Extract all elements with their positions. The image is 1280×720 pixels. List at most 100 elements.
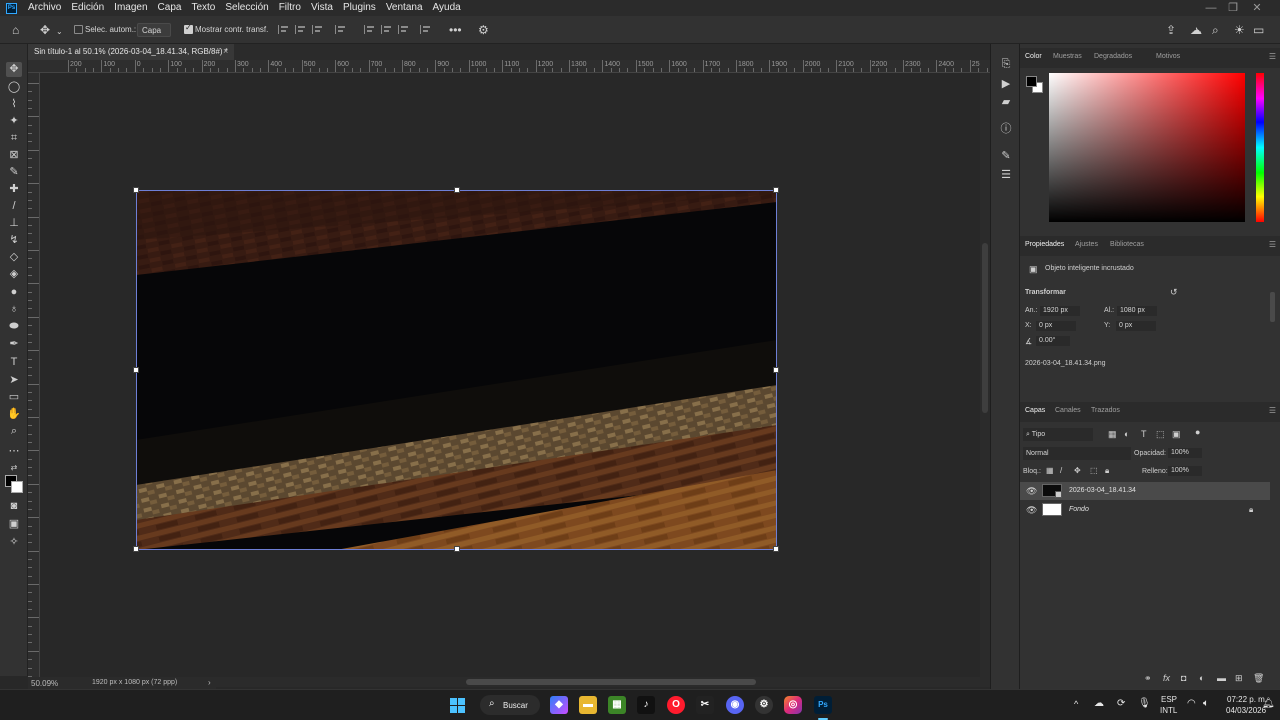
wifi-icon[interactable]: ◠ (1187, 698, 1196, 709)
tab-muestras[interactable]: Muestras (1053, 53, 1082, 60)
windows-start-icon[interactable] (450, 698, 465, 713)
transform-handle-bottom-right[interactable] (773, 546, 779, 552)
chevron-down-icon[interactable]: ⌄ (56, 25, 63, 39)
transform-bounding-box[interactable] (133, 187, 779, 552)
align-right-icon[interactable] (312, 25, 323, 34)
lock-pixels-icon[interactable]: ▦ (1046, 466, 1054, 475)
vertical-scroll-thumb[interactable] (982, 243, 988, 413)
align-center-h-icon[interactable] (295, 25, 306, 34)
document-tab[interactable]: Sin título-1 al 50.1% (2026-03-04_18.41.… (28, 44, 234, 60)
zoom-tool-icon[interactable]: ⌕ (6, 424, 22, 439)
dodge-tool-icon[interactable]: ♁ (6, 302, 22, 317)
properties-scroll-thumb[interactable] (1270, 292, 1275, 322)
lock-all-icon[interactable]: 🔒︎ (1105, 466, 1109, 476)
move-tool-icon[interactable]: ✥ (6, 62, 22, 77)
type-tool-icon[interactable]: T (6, 355, 22, 370)
notification-icon[interactable]: 🔔︎ (1262, 698, 1275, 709)
crop-tool-icon[interactable]: ⌗ (6, 131, 22, 146)
blend-mode-dropdown[interactable]: Normal (1023, 447, 1131, 460)
menu-vista[interactable]: Vista (306, 0, 338, 16)
mask-icon[interactable]: ◘ (1181, 673, 1186, 683)
group-icon[interactable]: ▬ (1217, 673, 1226, 683)
layer-name[interactable]: 2026-03-04_18.41.34 (1069, 487, 1136, 494)
lasso-tool-icon[interactable]: ◯ (6, 80, 22, 95)
menu-capa[interactable]: Capa (153, 0, 187, 16)
info-icon[interactable]: ⓘ (1000, 123, 1012, 135)
align-top-icon[interactable] (364, 25, 375, 34)
onedrive-icon[interactable]: ☁ (1094, 698, 1104, 709)
status-chevron-icon[interactable]: › (208, 678, 211, 687)
eraser-icon[interactable]: ◇ (6, 250, 22, 265)
menu-edicion[interactable]: Edición (66, 0, 109, 16)
transform-handle-top-right[interactable] (773, 187, 779, 193)
tab-canales[interactable]: Canales (1055, 407, 1081, 414)
close-tab-icon[interactable]: × (223, 46, 228, 56)
transform-handle-top[interactable] (454, 187, 460, 193)
more-tools-icon[interactable]: ⋯ (6, 444, 22, 459)
share-icon[interactable]: ⇪ (1166, 23, 1176, 37)
lock-paint-icon[interactable]: / (1060, 466, 1062, 475)
horizontal-scrollbar[interactable] (216, 677, 990, 687)
bell-icon[interactable]: ♪ (1193, 23, 1199, 37)
transform-handle-left[interactable] (133, 367, 139, 373)
angle-field[interactable]: 0.00° (1036, 336, 1070, 346)
x-field[interactable]: 0 px (1036, 321, 1076, 331)
copilot-icon[interactable]: ◆ (550, 696, 568, 714)
magic-wand-icon[interactable]: ✦ (6, 114, 22, 129)
polygon-lasso-icon[interactable]: ⌇ (6, 97, 22, 112)
close-window-button[interactable]: ✕ (1234, 0, 1280, 16)
filter-smart-icon[interactable]: ▣ (1172, 429, 1181, 440)
show-transform-checkbox[interactable] (184, 23, 193, 34)
y-field[interactable]: 0 px (1116, 321, 1156, 331)
menu-plugins[interactable]: Plugins (338, 0, 381, 16)
fx-icon[interactable]: fx (1163, 673, 1170, 683)
pen-tool-icon[interactable]: ✒ (6, 337, 22, 352)
opacity-field[interactable]: 100% (1168, 448, 1202, 458)
eye-icon[interactable]: 👁︎ (1026, 486, 1037, 497)
paint-bucket-icon[interactable]: ◈ (6, 267, 22, 282)
minecraft-icon[interactable]: ▦ (608, 696, 626, 714)
search-icon[interactable]: ⌕ (1212, 23, 1219, 37)
tab-color[interactable]: Color (1025, 53, 1042, 60)
color-picker-field[interactable] (1049, 73, 1245, 222)
stamp-tool-icon[interactable]: ⊥ (6, 216, 22, 231)
healing-brush-icon[interactable]: ✚ (6, 182, 22, 197)
brushes-icon[interactable]: ✎ (1000, 150, 1012, 162)
canvas-area[interactable] (40, 73, 980, 677)
width-field[interactable]: 1920 px (1040, 306, 1080, 316)
filter-type-icon[interactable]: T (1141, 429, 1147, 439)
capcut-icon[interactable]: ✂ (696, 696, 714, 714)
filter-toggle-icon[interactable]: ● (1195, 427, 1200, 437)
lock-artboard-icon[interactable]: ⬚ (1090, 466, 1098, 475)
panel-menu-icon[interactable]: ☰ (1269, 52, 1276, 61)
menu-ayuda[interactable]: Ayuda (428, 0, 466, 16)
file-explorer-icon[interactable]: ▬ (579, 696, 597, 714)
opera-icon[interactable]: O (667, 696, 685, 714)
brush-tool-icon[interactable]: / (6, 199, 22, 214)
lightbulb-icon[interactable]: ☀ (1234, 23, 1245, 37)
transform-handle-bottom-left[interactable] (133, 546, 139, 552)
language-top[interactable]: ESP (1161, 695, 1177, 704)
hand-tool-icon[interactable]: ✋ (6, 407, 22, 422)
sync-icon[interactable]: ⟳ (1117, 698, 1125, 709)
transform-handle-bottom[interactable] (454, 546, 460, 552)
menu-imagen[interactable]: Imagen (109, 0, 152, 16)
menu-filtro[interactable]: Filtro (274, 0, 306, 16)
panel-menu-icon[interactable]: ☰ (1269, 406, 1276, 415)
link-icon[interactable]: ⚭ (1144, 673, 1152, 684)
hue-slider[interactable] (1256, 73, 1264, 222)
layer-name[interactable]: Fondo (1069, 506, 1089, 513)
sponge-tool-icon[interactable]: ⬬ (6, 319, 22, 334)
background-color-swatch[interactable] (11, 481, 23, 493)
zoom-level[interactable]: 50.09% (31, 679, 58, 688)
lock-position-icon[interactable]: ✥ (1074, 466, 1081, 475)
tiktok-icon[interactable]: ♪ (637, 696, 655, 714)
blur-tool-icon[interactable]: ● (6, 285, 22, 300)
workspace-icon[interactable]: ▭ (1253, 23, 1264, 37)
eyedropper-icon[interactable]: ✎ (6, 165, 22, 180)
rectangle-tool-icon[interactable]: ▭ (6, 390, 22, 405)
history-brush-icon[interactable]: ↯ (6, 233, 22, 248)
tab-bibliotecas[interactable]: Bibliotecas (1110, 241, 1144, 248)
auto-select-target-dropdown[interactable]: Capa (137, 23, 171, 37)
eye-icon[interactable]: 👁︎ (1026, 505, 1037, 516)
